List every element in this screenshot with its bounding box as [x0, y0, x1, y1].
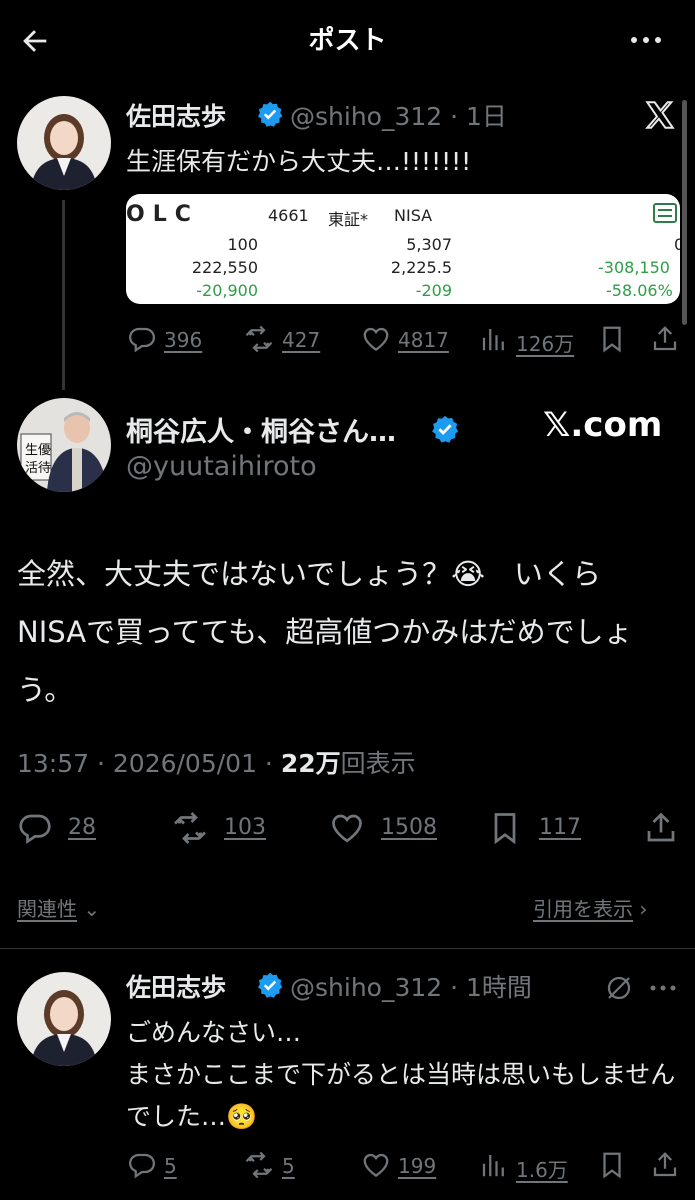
reply-icon[interactable] [127, 1150, 157, 1180]
views-count[interactable]: 1.6万 [516, 1154, 568, 1183]
card-value: 100 [227, 235, 258, 254]
like-icon[interactable] [361, 1150, 391, 1180]
more-icon[interactable] [648, 980, 678, 996]
handle-and-time[interactable]: @shiho_312 · 1日 [290, 97, 507, 133]
avatar[interactable] [17, 972, 111, 1066]
avatar[interactable]: 生優 活待 [17, 398, 111, 492]
view-quotes-link[interactable]: 引用を表示 › [533, 893, 647, 922]
bookmark-icon[interactable] [597, 324, 627, 354]
chevron-down-icon: ⌄ [83, 897, 101, 921]
card-value: -20,900 [196, 281, 258, 300]
divider [0, 948, 695, 949]
card-value: 0 [674, 235, 680, 254]
svg-text:生優: 生優 [25, 443, 51, 458]
post-time: 13:57 · 2026/05/01 · [17, 749, 281, 778]
repost-count[interactable]: 5 [282, 1154, 295, 1178]
share-icon[interactable] [650, 1150, 680, 1180]
card-market: 東証* [328, 210, 369, 229]
view-count[interactable]: 22万 [281, 749, 341, 778]
thread-line [62, 200, 65, 390]
card-value: 222,550 [191, 258, 258, 277]
views-count[interactable]: 126万 [516, 328, 574, 357]
view-label: 回表示 [340, 749, 416, 778]
card-code: 4661 [268, 206, 309, 225]
like-count[interactable]: 1508 [381, 815, 437, 840]
page-title: ポスト [308, 26, 387, 56]
card-list-icon [653, 203, 677, 223]
post-text: 全然、大丈夫ではないでしょう？😭 いくら NISAで買ってても、超高値つかみはだ… [17, 557, 633, 707]
bookmark-icon[interactable] [487, 810, 523, 846]
card-ticker: OLC [126, 202, 199, 227]
verified-badge-icon [432, 415, 459, 443]
card-value: -58.06% [606, 281, 673, 300]
repost-count[interactable]: 427 [282, 328, 320, 352]
views-icon[interactable] [479, 1150, 509, 1180]
author-name[interactable]: 桐谷広人・桐谷さん… [126, 410, 396, 449]
repost-icon[interactable] [244, 324, 274, 354]
handle-and-time[interactable]: @shiho_312 · 1時間 [290, 968, 532, 1004]
share-icon[interactable] [643, 810, 679, 846]
bookmark-icon[interactable] [597, 1150, 627, 1180]
verified-badge-icon [257, 972, 283, 998]
author-name[interactable]: 佐田志歩 [126, 968, 226, 1004]
author-name[interactable]: 佐田志歩 [126, 97, 226, 133]
card-value: 2,225.5 [390, 258, 452, 277]
like-icon[interactable] [329, 810, 365, 846]
image-attachment[interactable]: OLC 4661 東証* NISA 100 5,307 0 222,550 2,… [126, 194, 680, 304]
reply-count[interactable]: 396 [164, 328, 202, 352]
card-account: NISA [394, 206, 433, 225]
repost-icon[interactable] [244, 1150, 274, 1180]
repost-count[interactable]: 103 [224, 815, 266, 840]
more-icon[interactable] [626, 30, 666, 50]
sort-relevance-dropdown[interactable]: 関連性 ⌄ [17, 893, 100, 922]
share-icon[interactable] [650, 324, 680, 354]
svg-text:活待: 活待 [25, 461, 51, 476]
post-text: ごめんなさい… まさかここまで下がるとは当時は思いもしませんでした…🥺 [126, 1018, 676, 1131]
source-watermark: 𝕏.com [543, 405, 663, 445]
verified-badge-icon [257, 101, 283, 127]
bookmark-count[interactable]: 117 [539, 815, 581, 840]
views-icon[interactable] [479, 324, 509, 354]
reply-icon[interactable] [127, 324, 157, 354]
reply-count[interactable]: 28 [68, 815, 96, 840]
grok-icon[interactable] [604, 973, 634, 1003]
post-text: 生涯保有だから大丈夫…!!!!!!! [126, 147, 472, 176]
card-value: 5,307 [406, 235, 452, 254]
card-value: -308,150 [598, 258, 670, 277]
repost-icon[interactable] [172, 810, 208, 846]
sort-label: 関連性 [17, 897, 77, 921]
like-count[interactable]: 199 [398, 1154, 436, 1178]
like-count[interactable]: 4817 [398, 328, 449, 352]
quotes-label: 引用を表示 [533, 897, 633, 921]
post-meta: 13:57 · 2026/05/01 · 22万回表示 [17, 744, 416, 780]
chevron-right-icon: › [639, 897, 648, 921]
card-value: -209 [415, 281, 452, 300]
scrollbar[interactable] [682, 100, 687, 325]
avatar[interactable] [17, 96, 111, 190]
x-logo-icon [645, 101, 675, 129]
like-icon[interactable] [361, 324, 391, 354]
reply-icon[interactable] [17, 810, 53, 846]
author-handle[interactable]: @yuutaihiroto [126, 451, 317, 482]
reply-count[interactable]: 5 [164, 1154, 177, 1178]
